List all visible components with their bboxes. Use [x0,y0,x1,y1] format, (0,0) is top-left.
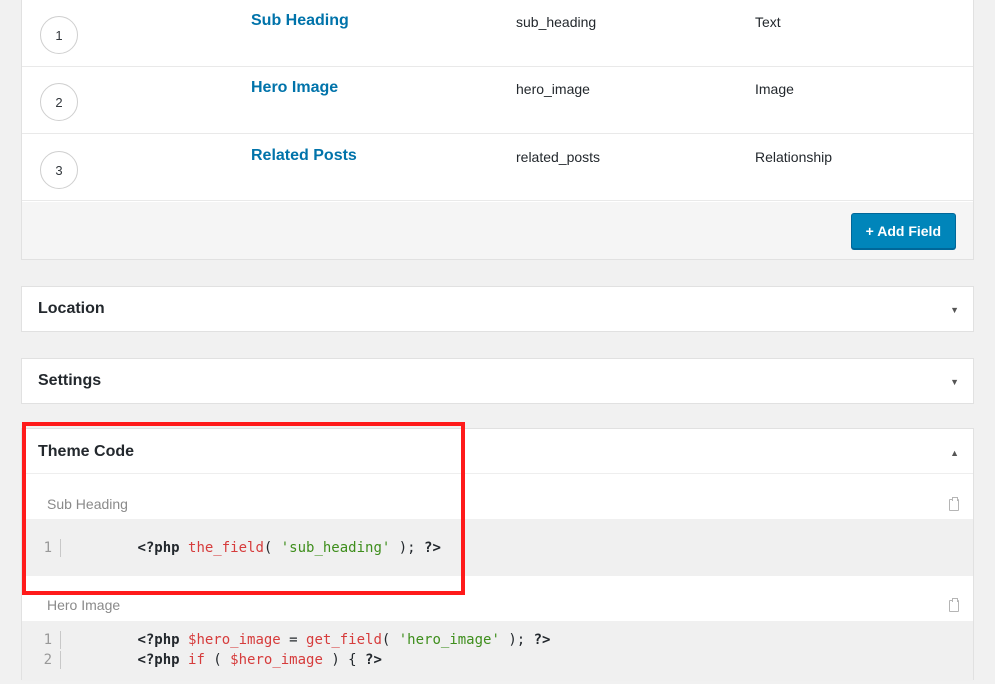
code-line: 2 <?php if ( $hero_image ) { ?> [22,650,382,670]
settings-title: Settings [38,372,102,389]
code-block-label: Hero Image [47,597,121,613]
line-number: 1 [43,632,52,648]
code-snippet[interactable]: 1 <?php $hero_image = get_field( 'hero_i… [22,621,973,681]
code-token: ?> [365,652,382,668]
arrow-down-icon[interactable]: ▼ [950,305,959,315]
code-token: 'hero_image' [398,632,500,648]
code-token: if [188,652,205,668]
field-order-badge[interactable]: 1 [40,16,78,54]
code-token: <?php [137,652,189,668]
location-postbox: Location ▼ [21,286,974,332]
code-line: 1 <?php the_field( 'sub_heading' ); ?> [22,538,441,558]
field-name: related_posts [516,149,601,165]
code-text: <?php the_field( 'sub_heading' ); ?> [70,524,441,572]
field-order-badge[interactable]: 3 [40,151,78,189]
settings-header[interactable]: Settings ▼ [22,359,973,403]
field-row-related-posts[interactable]: 3 Related Posts related_posts Relationsh… [22,134,973,201]
fields-footer: + Add Field [22,202,973,259]
theme-code-header[interactable]: Theme Code ▲ [22,429,973,474]
field-name: sub_heading [516,14,597,30]
code-token: ( [204,652,231,668]
line-number: 1 [43,540,52,556]
code-snippet[interactable]: 1 <?php the_field( 'sub_heading' ); ?> [22,519,973,576]
code-token: 'sub_heading' [280,540,391,556]
field-label-link[interactable]: Hero Image [251,79,338,97]
field-label-link[interactable]: Related Posts [251,147,357,165]
code-token: ); [499,632,534,648]
gutter-divider [60,539,61,557]
field-order-badge[interactable]: 2 [40,83,78,121]
code-token: $hero_image [230,652,323,668]
code-block-label: Sub Heading [47,496,128,512]
field-name: hero_image [516,81,590,97]
fields-list: 1 Sub Heading sub_heading Text 2 Hero Im… [21,0,974,260]
field-label-link[interactable]: Sub Heading [251,12,349,30]
code-token: ); [390,540,425,556]
line-number: 2 [43,652,52,668]
location-header[interactable]: Location ▼ [22,287,973,331]
arrow-up-icon[interactable]: ▲ [950,448,959,458]
gutter-divider [60,651,61,669]
code-token: ?> [533,632,551,648]
code-token: ( [263,540,281,556]
field-type: Image [755,81,794,97]
location-title: Location [38,300,105,317]
field-type: Relationship [755,149,833,165]
code-text: <?php if ( $hero_image ) { ?> [70,636,382,684]
clipboard-icon[interactable] [949,598,959,612]
field-row-hero-image[interactable]: 2 Hero Image hero_image Image [22,67,973,134]
theme-code-postbox: Theme Code ▲ Sub Heading 1 <?php the_fie… [21,428,974,681]
code-token: ) { [322,652,366,668]
clipboard-icon[interactable] [949,497,959,511]
arrow-down-icon[interactable]: ▼ [950,377,959,387]
code-token: the_field [188,540,264,556]
settings-postbox: Settings ▼ [21,358,974,404]
theme-code-title: Theme Code [38,443,135,460]
code-token: <?php [137,540,189,556]
code-token: ( [381,632,399,648]
gutter-divider [60,631,61,649]
add-field-button[interactable]: + Add Field [850,213,956,249]
code-token: ?> [424,540,441,556]
field-type: Text [755,14,781,30]
field-row-sub-heading[interactable]: 1 Sub Heading sub_heading Text [22,0,973,67]
